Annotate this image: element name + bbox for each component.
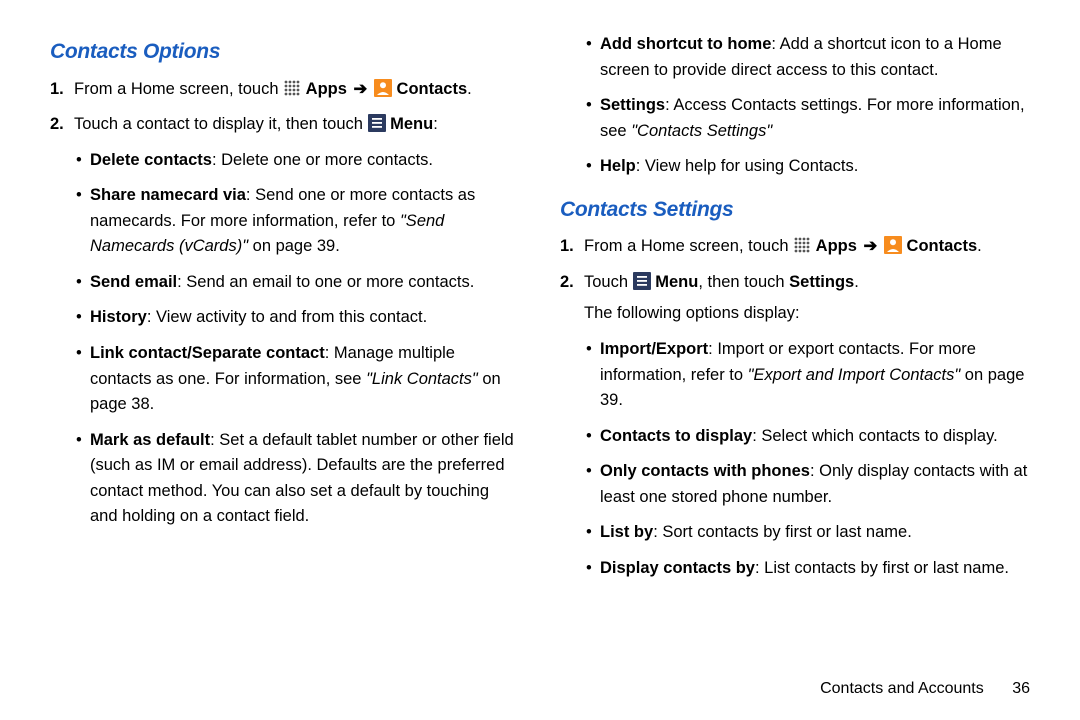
menu-options-list: Delete contacts: Delete one or more cont… [74,148,520,530]
list-item: Share namecard via: Send one or more con… [90,183,520,260]
page-footer: Contacts and Accounts 36 [820,680,1030,698]
menu-icon [368,114,386,132]
option-title: Share namecard via [90,186,246,204]
apps-label: Apps [306,80,347,98]
option-desc: : Send an email to one or more contacts. [177,273,474,291]
step-end: . [467,80,472,98]
contacts-label: Contacts [907,237,978,255]
option-desc: : Delete one or more contacts. [212,151,433,169]
contacts-icon [374,79,392,97]
reference-link: "Export and Import Contacts" [748,366,961,384]
option-title: Settings [600,96,665,114]
step-1: 1. From a Home screen, touch Apps ➔ Cont… [74,77,520,103]
option-desc: : Sort contacts by first or last name. [653,523,912,541]
list-item: Only contacts with phones: Only display … [600,459,1030,510]
option-desc: : Select which contacts to display. [752,427,997,445]
step-2: 2. Touch a contact to display it, then t… [74,112,520,530]
step-number: 2. [560,270,574,296]
contacts-options-steps: 1. From a Home screen, touch Apps ➔ Cont… [50,77,520,530]
option-title: Display contacts by [600,559,755,577]
step-2: 2. Touch Menu, then touch Settings. The … [584,270,1030,582]
option-desc-tail: on page 39. [248,237,340,255]
list-item: Delete contacts: Delete one or more cont… [90,148,520,174]
step-text: From a Home screen, touch [74,80,283,98]
list-item: Help: View help for using Contacts. [600,154,1030,180]
step-text-mid: , then touch [698,273,789,291]
step-number: 1. [560,234,574,260]
step-end: : [433,115,438,133]
option-title: History [90,308,147,326]
option-title: List by [600,523,653,541]
left-column: Contacts Options 1. From a Home screen, … [50,32,520,592]
reference-link: "Link Contacts" [366,370,478,388]
list-item: Mark as default: Set a default tablet nu… [90,428,520,530]
apps-grid-icon [793,236,811,254]
step-number: 2. [50,112,64,138]
step-subtext: The following options display: [584,301,1030,327]
heading-contacts-settings: Contacts Settings [560,194,1030,227]
list-item: Contacts to display: Select which contac… [600,424,1030,450]
list-item: History: View activity to and from this … [90,305,520,331]
option-title: Contacts to display [600,427,752,445]
arrow-icon: ➔ [864,237,878,255]
option-title: Link contact/Separate contact [90,344,325,362]
footer-section: Contacts and Accounts [820,680,984,697]
option-title: Add shortcut to home [600,35,771,53]
step-1: 1. From a Home screen, touch Apps ➔ Cont… [584,234,1030,260]
list-item: Import/Export: Import or export contacts… [600,337,1030,414]
contacts-settings-steps: 1. From a Home screen, touch Apps ➔ Cont… [560,234,1030,581]
step-text: Touch [584,273,633,291]
right-column: Add shortcut to home: Add a shortcut ico… [560,32,1030,592]
option-title: Send email [90,273,177,291]
option-title: Import/Export [600,340,708,358]
apps-grid-icon [283,79,301,97]
settings-options-list: Import/Export: Import or export contacts… [584,337,1030,582]
menu-options-continued: Add shortcut to home: Add a shortcut ico… [560,32,1030,180]
step-text: From a Home screen, touch [584,237,793,255]
heading-contacts-options: Contacts Options [50,36,520,69]
list-item: Add shortcut to home: Add a shortcut ico… [600,32,1030,83]
step-number: 1. [50,77,64,103]
list-item: Send email: Send an email to one or more… [90,270,520,296]
contacts-icon [884,236,902,254]
option-title: Mark as default [90,431,210,449]
list-item: Display contacts by: List contacts by fi… [600,556,1030,582]
contacts-label: Contacts [397,80,468,98]
list-item: Link contact/Separate contact: Manage mu… [90,341,520,418]
list-item: List by: Sort contacts by first or last … [600,520,1030,546]
option-desc: : View activity to and from this contact… [147,308,427,326]
option-title: Delete contacts [90,151,212,169]
menu-icon [633,272,651,290]
list-item: Settings: Access Contacts settings. For … [600,93,1030,144]
step-end: . [977,237,982,255]
settings-label: Settings [789,273,854,291]
option-desc: : List contacts by first or last name. [755,559,1009,577]
option-title: Only contacts with phones [600,462,810,480]
reference-link: "Contacts Settings" [631,122,772,140]
arrow-icon: ➔ [354,80,368,98]
page-body: Contacts Options 1. From a Home screen, … [0,0,1080,612]
apps-label: Apps [816,237,857,255]
step-text: Touch a contact to display it, then touc… [74,115,368,133]
page-number: 36 [1012,680,1030,697]
menu-label: Menu [655,273,698,291]
option-desc: : View help for using Contacts. [636,157,859,175]
option-title: Help [600,157,636,175]
step-end: . [854,273,859,291]
menu-label: Menu [390,115,433,133]
